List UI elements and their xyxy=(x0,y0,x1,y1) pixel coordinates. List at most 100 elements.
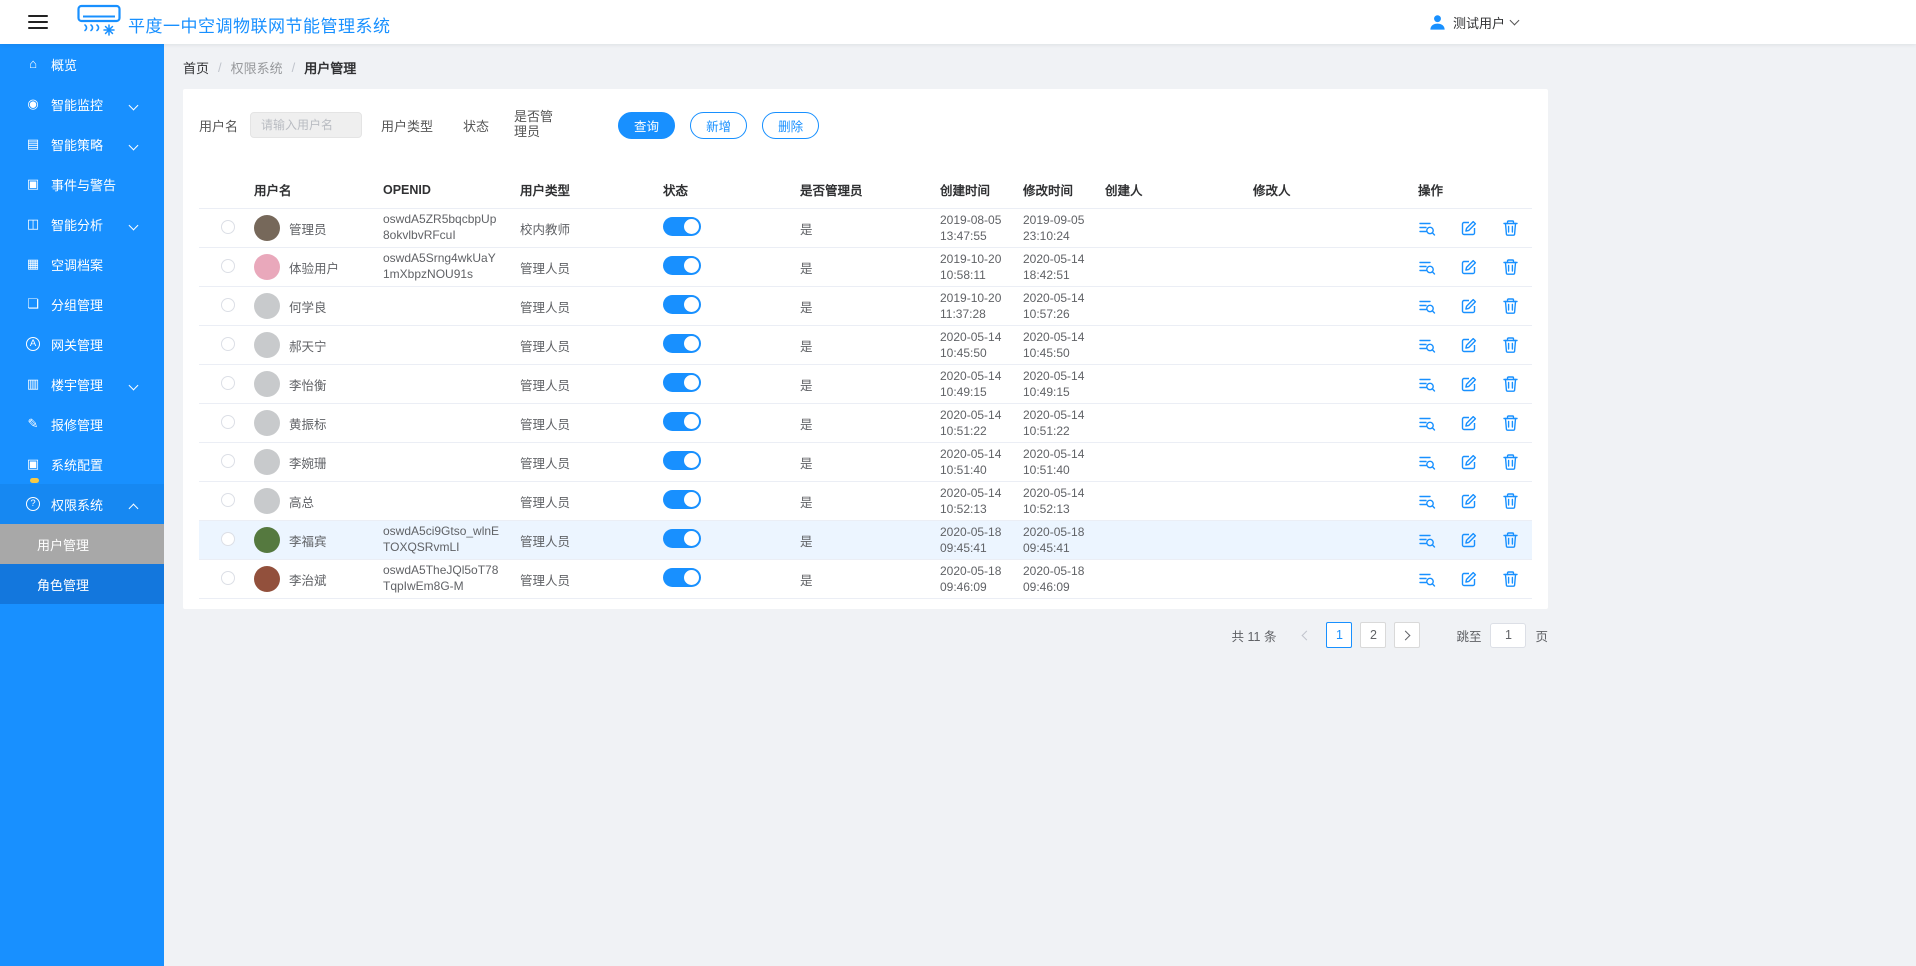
table-row[interactable]: 管理员 oswdA5ZR5bqcbpUp8okvlbvRFcuI 校内教师 是 2019… xyxy=(199,209,1532,248)
view-detail-icon[interactable] xyxy=(1418,492,1436,510)
edit-icon[interactable] xyxy=(1460,219,1478,237)
user-avatar-icon xyxy=(1428,13,1447,32)
user-avatar xyxy=(254,488,280,514)
jump-page-input[interactable] xyxy=(1490,622,1527,648)
edit-icon[interactable] xyxy=(1460,570,1478,588)
status-toggle[interactable] xyxy=(663,256,701,275)
delete-icon[interactable] xyxy=(1502,297,1519,315)
delete-button[interactable]: 删除 xyxy=(762,111,820,139)
strategy-icon: ▤ xyxy=(26,136,40,151)
view-detail-icon[interactable] xyxy=(1418,453,1436,471)
sidebar-item[interactable]: ▦ 空调档案 xyxy=(0,244,164,284)
sidebar-item[interactable]: ▤ 智能策略 xyxy=(0,124,164,164)
table-row[interactable]: 黄振标 管理人员 是 2020-05-14 10:51:22 2020-05-14 10:5… xyxy=(199,404,1532,443)
jump-label: 跳至 xyxy=(1456,629,1482,644)
column-header: 修改人 xyxy=(1253,184,1291,198)
next-page-button[interactable] xyxy=(1394,622,1421,648)
row-select-radio[interactable] xyxy=(221,570,235,585)
edit-icon[interactable] xyxy=(1460,453,1478,471)
table-row[interactable]: 郝天宁 管理人员 是 2020-05-14 10:45:50 2020-05-14 10:4… xyxy=(199,326,1532,365)
delete-icon[interactable] xyxy=(1502,375,1519,393)
table-row[interactable]: 李治斌 oswdA5TheJQl5oT78TqpIwEm8G-M 管理人员 是 2020… xyxy=(199,560,1532,599)
view-detail-icon[interactable] xyxy=(1418,336,1436,354)
sidebar-item[interactable]: ◉ 智能监控 xyxy=(0,84,164,124)
sidebar-item-label: 权限系统 xyxy=(51,497,104,513)
delete-icon[interactable] xyxy=(1502,414,1519,432)
edit-icon[interactable] xyxy=(1460,336,1478,354)
status-toggle[interactable] xyxy=(663,529,701,548)
view-detail-icon[interactable] xyxy=(1418,414,1436,432)
table-row[interactable]: 李婉珊 管理人员 是 2020-05-14 10:51:40 2020-05-14 10:5… xyxy=(199,443,1532,482)
table-row[interactable]: 李福宾 oswdA5ci9Gtso_wlnETOXQSRvmLI 管理人员 是 2020… xyxy=(199,521,1532,560)
delete-icon[interactable] xyxy=(1502,570,1519,588)
content-card: 用户名 用户类型 状态 是否管理员 查询 新增 删除 用户名 OPENID 用户类型… xyxy=(183,89,1548,609)
username-cell: 黄振标 xyxy=(254,410,383,436)
table-row[interactable]: 李怡衡 管理人员 是 2020-05-14 10:49:15 2020-05-14 10:4… xyxy=(199,365,1532,404)
sidebar-subitem[interactable]: 角色管理 xyxy=(0,564,164,604)
sidebar-subitem[interactable]: 用户管理 xyxy=(0,524,164,564)
breadcrumb-home[interactable]: 首页 xyxy=(183,58,209,77)
status-toggle[interactable] xyxy=(663,373,701,392)
table-row[interactable]: 何学良 管理人员 是 2019-10-20 11:37:28 2020-05-14 10:5… xyxy=(199,287,1532,326)
delete-icon[interactable] xyxy=(1502,258,1519,276)
column-header: 修改时间 xyxy=(1023,184,1074,198)
menu-toggle-button[interactable] xyxy=(28,15,48,29)
row-select-radio[interactable] xyxy=(221,414,235,429)
row-select-radio[interactable] xyxy=(221,492,235,507)
status-toggle[interactable] xyxy=(663,295,701,314)
edit-icon[interactable] xyxy=(1460,375,1478,393)
view-detail-icon[interactable] xyxy=(1418,570,1436,588)
sidebar-item[interactable]: ⌂ 概览 xyxy=(0,44,164,84)
sidebar-item[interactable]: ✎ 报修管理 xyxy=(0,404,164,444)
row-select-radio[interactable] xyxy=(221,531,235,546)
table-row[interactable]: 高总 管理人员 是 2020-05-14 10:52:13 2020-05-14 10:52… xyxy=(199,482,1532,521)
username-cell: 郝天宁 xyxy=(254,332,383,358)
delete-icon[interactable] xyxy=(1502,453,1519,471)
sidebar-item[interactable]: ▣ 系统配置 xyxy=(0,444,164,484)
row-select-radio[interactable] xyxy=(221,336,235,351)
delete-icon[interactable] xyxy=(1502,531,1519,549)
delete-icon[interactable] xyxy=(1502,219,1519,237)
view-detail-icon[interactable] xyxy=(1418,258,1436,276)
status-toggle[interactable] xyxy=(663,217,701,236)
page-button[interactable]: 1 xyxy=(1326,622,1353,648)
status-toggle[interactable] xyxy=(663,490,701,509)
status-toggle[interactable] xyxy=(663,412,701,431)
edit-icon[interactable] xyxy=(1460,297,1478,315)
status-toggle[interactable] xyxy=(663,451,701,470)
sidebar-item[interactable]: ❏ 分组管理 xyxy=(0,284,164,324)
is-admin-filter-label: 是否管理员 xyxy=(514,109,554,139)
view-detail-icon[interactable] xyxy=(1418,531,1436,549)
status-toggle[interactable] xyxy=(663,334,701,353)
search-button[interactable]: 查询 xyxy=(618,111,676,139)
row-select-radio[interactable] xyxy=(221,219,235,234)
user-menu[interactable]: 测试用户 xyxy=(1428,0,1520,44)
edit-icon[interactable] xyxy=(1460,414,1478,432)
edit-icon[interactable] xyxy=(1460,492,1478,510)
sidebar-item[interactable]: ◫ 智能分析 xyxy=(0,204,164,244)
status-toggle[interactable] xyxy=(663,568,701,587)
view-detail-icon[interactable] xyxy=(1418,219,1436,237)
page-button[interactable]: 2 xyxy=(1360,622,1387,648)
delete-icon[interactable] xyxy=(1502,492,1519,510)
row-select-radio[interactable] xyxy=(221,453,235,468)
sidebar-item[interactable]: A 网关管理 xyxy=(0,324,164,364)
edit-icon[interactable] xyxy=(1460,531,1478,549)
prev-page-button[interactable] xyxy=(1292,622,1318,648)
sidebar-item[interactable]: ? 权限系统 xyxy=(0,484,164,524)
row-select-radio[interactable] xyxy=(221,258,235,273)
username-filter-input[interactable] xyxy=(250,112,363,138)
add-button[interactable]: 新增 xyxy=(690,111,748,139)
sidebar-item[interactable]: ▥ 楼宇管理 xyxy=(0,364,164,404)
user-avatar xyxy=(254,449,280,475)
user-type-cell: 管理人员 xyxy=(520,261,571,276)
table-row[interactable]: 体验用户 oswdA5Srng4wkUaY1mXbpzNOU91s 管理人员 是 201… xyxy=(199,248,1532,287)
sidebar-item[interactable]: ▣ 事件与警告 xyxy=(0,164,164,204)
created-time-cell: 2020-05-14 10:51:22 xyxy=(940,407,1002,438)
view-detail-icon[interactable] xyxy=(1418,297,1436,315)
view-detail-icon[interactable] xyxy=(1418,375,1436,393)
delete-icon[interactable] xyxy=(1502,336,1519,354)
row-select-radio[interactable] xyxy=(221,375,235,390)
row-select-radio[interactable] xyxy=(221,297,235,312)
edit-icon[interactable] xyxy=(1460,258,1478,276)
